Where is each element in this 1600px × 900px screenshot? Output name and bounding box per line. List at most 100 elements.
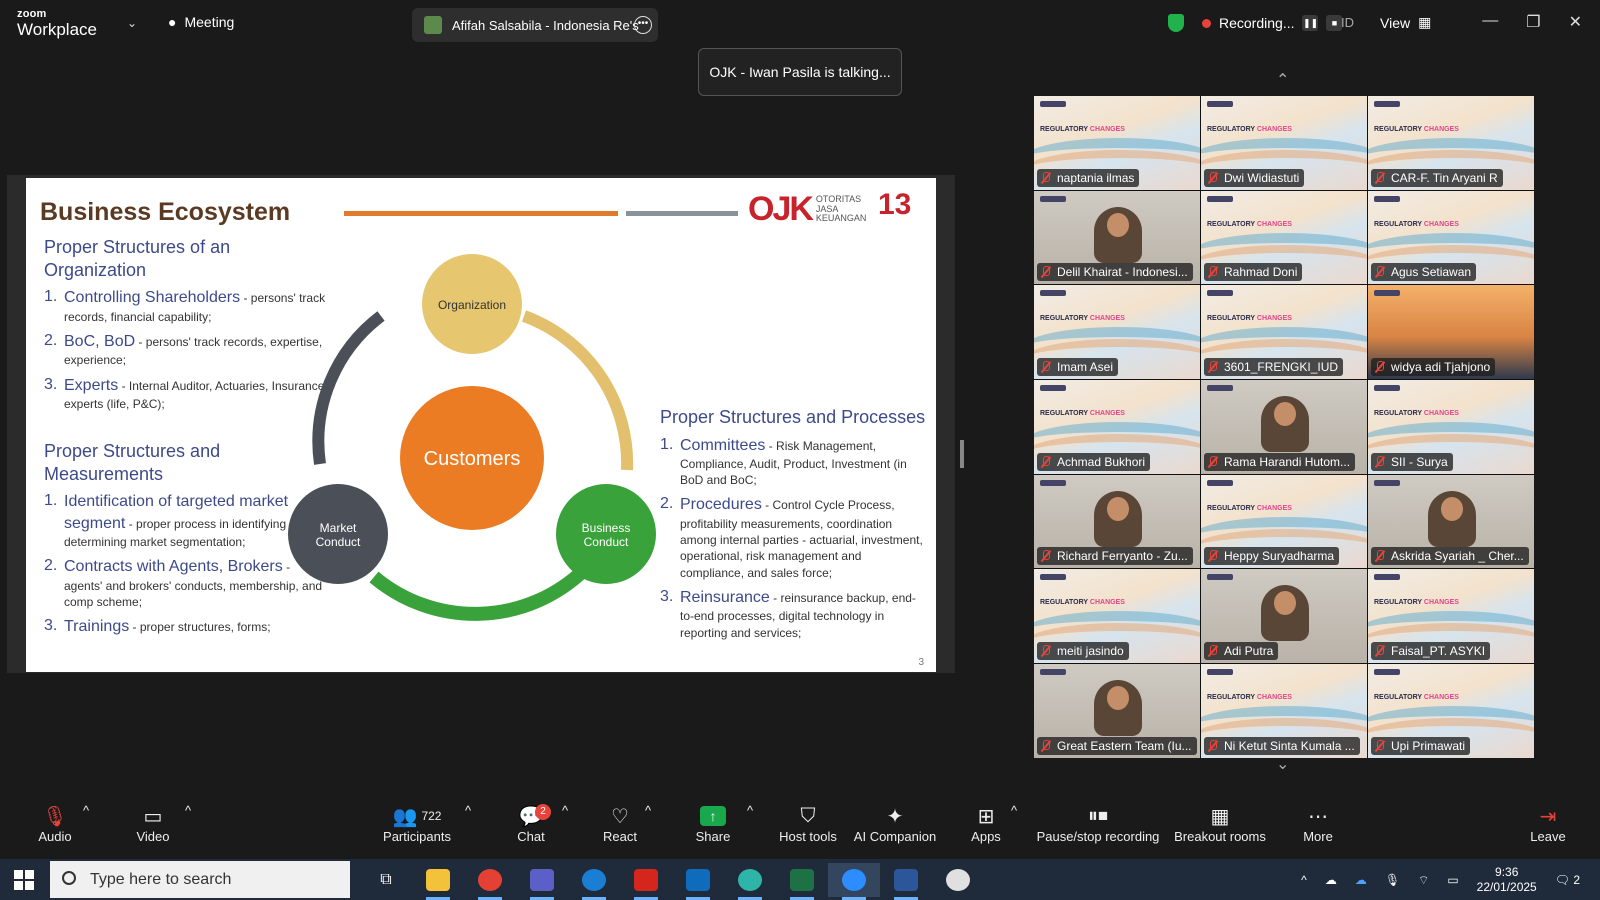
more-button[interactable]: ⋯ More [1302,803,1334,845]
active-speaker-pill[interactable]: Afifah Salsabila - Indonesia Re's ••• [412,8,658,42]
participant-tile[interactable]: REGULATORY CHANGES CAR-F. Tin Aryani R [1368,96,1534,190]
meeting-menu[interactable]: ● Meeting [168,14,234,30]
notifications-icon[interactable]: 🗨 2 [1555,873,1580,887]
participant-tile[interactable]: REGULATORY CHANGESDelil Khairat - Indone… [1034,190,1200,285]
participant-tile[interactable]: REGULATORY CHANGESRama Harandi Hutom... [1201,380,1367,474]
chevron-down-icon[interactable]: ⌄ [127,16,137,30]
participant-tile[interactable]: REGULATORY CHANGES Ni Ketut Sinta Kumala … [1201,664,1367,758]
slide-logo [1207,195,1233,202]
edge-icon[interactable] [724,863,776,900]
media-player-icon[interactable] [932,863,984,897]
teams-icon[interactable] [516,863,568,900]
participant-tile[interactable]: REGULATORY CHANGES SII - Surya [1368,380,1534,474]
outlook-new-icon[interactable] [568,863,620,900]
chat-button[interactable]: 💬 2 Chat [513,803,551,844]
leave-button[interactable]: ⇥ Leave [1530,803,1566,845]
restore-icon[interactable]: ❐ [1526,12,1540,32]
slide-logo [1040,290,1066,297]
word-icon[interactable] [880,863,932,900]
pause-stop-recording-button[interactable]: ⏸⏹ Pause/stop recording [1036,803,1160,845]
participant-tile[interactable]: REGULATORY CHANGES Rahmad Doni [1201,190,1367,285]
participant-name: 3601_FRENGKI_IUD [1224,360,1339,375]
customers-label: Customers [424,448,521,470]
video-button[interactable]: ▭ Video [132,803,174,845]
slide-thumbnail-title: REGULATORY CHANGES [1207,505,1292,512]
chrome-icon[interactable] [464,863,516,900]
shield-icon[interactable] [1168,14,1184,32]
audio-options-caret-icon[interactable]: ^ [83,803,89,818]
participant-nametag: Upi Primawati [1371,736,1471,755]
view-menu[interactable]: View ▦ [1380,14,1431,31]
cloud-icon[interactable]: ☁ [1325,873,1337,887]
acrobat-icon[interactable] [620,863,672,900]
file-explorer-icon[interactable] [412,863,464,900]
microphone-icon[interactable]: 🎙 [1385,873,1400,887]
participant-tile[interactable]: REGULATORY CHANGES Achmad Bukhori [1034,380,1200,474]
apps-icon: ⊞ [977,805,995,828]
zoom-taskbar-icon[interactable] [828,863,880,900]
participant-tile[interactable]: REGULATORY CHANGES Dwi Widiastuti [1201,96,1367,190]
slide-thumbnail-title: REGULATORY CHANGES [1207,221,1292,228]
participant-tile[interactable]: REGULATORY CHANGESAskrida Syariah _ Cher… [1368,474,1534,569]
participant-tile[interactable]: REGULATORY CHANGES Agus Setiawan [1368,190,1534,285]
microphone-muted-icon [1207,645,1219,657]
pause-recording-icon[interactable]: ❚❚ [1302,15,1319,31]
participant-name: Heppy Suryadharma [1224,549,1335,564]
participant-tile[interactable]: REGULATORY CHANGES Heppy Suryadharma [1201,474,1367,569]
minimize-icon[interactable]: — [1482,12,1498,32]
participant-tile[interactable]: REGULATORY CHANGES 3601_FRENGKI_IUD [1201,285,1367,380]
taskbar-clock[interactable]: 9:36 22/01/2025 [1477,865,1537,895]
participant-tile[interactable]: REGULATORY CHANGES meiti jasindo [1034,569,1200,664]
react-button[interactable]: ♡ React [601,803,639,845]
video-options-caret-icon[interactable]: ^ [185,803,191,818]
apps-caret-icon[interactable]: ^ [1011,803,1017,818]
chevron-up-icon[interactable]: ^ [1301,873,1307,887]
participant-tile[interactable]: REGULATORY CHANGESAdi Putra [1201,569,1367,664]
wifi-icon[interactable]: ⌔ [1418,873,1429,888]
participants-caret-icon[interactable]: ^ [465,803,471,818]
resize-handle[interactable] [960,440,964,468]
share-caret-icon[interactable]: ^ [747,803,753,818]
participants-count: 722 [421,809,442,823]
taskbar-search-input[interactable]: Type here to search [50,861,350,898]
slide-logo [1040,385,1066,392]
react-caret-icon[interactable]: ^ [645,803,651,818]
onedrive-icon[interactable]: ☁ [1355,873,1367,887]
microphone-muted-icon [1040,739,1052,752]
more-options-icon[interactable]: ••• [634,16,652,34]
participant-tile[interactable]: REGULATORY CHANGES Faisal_PT. ASYKI [1368,569,1534,664]
breakout-rooms-button[interactable]: ▦ Breakout rooms [1174,803,1266,845]
title-bar: zoom Workplace ⌄ ● Meeting Afifah Salsab… [0,0,1600,46]
search-icon [62,871,76,885]
participant-tile[interactable]: REGULATORY CHANGES Upi Primawati [1368,664,1534,758]
chevron-down-icon[interactable]: ⌄ [1276,754,1289,774]
close-icon[interactable]: ✕ [1569,12,1582,32]
apps-button[interactable]: ⊞ Apps [968,803,1004,845]
chevron-up-icon[interactable]: ⌃ [1276,70,1289,90]
display-icon[interactable]: ▭ [1447,873,1458,887]
slide-logo [1374,479,1400,486]
item-number: 1. [44,288,58,305]
participant-nametag: Heppy Suryadharma [1204,547,1340,566]
participant-tile[interactable]: REGULATORY CHANGESGreat Eastern Team (Iu… [1034,664,1200,758]
host-tools-button[interactable]: ⛉ Host tools [777,803,839,845]
participant-tile[interactable]: REGULATORY CHANGESwidya adi Tjahjono [1368,285,1534,380]
arc-gray [312,311,385,465]
participants-button[interactable]: 👥 722 Participants [382,803,452,845]
audio-button[interactable]: 🎙 Audio [34,803,76,845]
participant-tile[interactable]: REGULATORY CHANGES naptania ilmas [1034,96,1200,190]
windows-start-icon[interactable] [14,870,34,890]
thumbnail-title-part: REGULATORY [1040,315,1090,323]
ai-companion-button[interactable]: ✦ AI Companion [852,803,938,845]
participant-tile[interactable]: REGULATORY CHANGESRichard Ferryanto - Zu… [1034,474,1200,569]
participant-tile[interactable]: REGULATORY CHANGES Imam Asei [1034,285,1200,380]
list-item: 1. Committees - Risk Management, Complian… [660,435,926,489]
share-button[interactable]: ↑ Share [695,803,731,844]
list-item: 2. Procedures - Control Cycle Process, pr… [660,494,926,580]
excel-icon[interactable] [776,863,828,900]
outlook-icon[interactable] [672,863,724,900]
slide-logo [1374,195,1400,202]
meeting-id-button[interactable]: ID [1341,15,1354,30]
task-view-icon[interactable]: ⧉ [360,863,412,897]
chat-caret-icon[interactable]: ^ [562,803,568,818]
